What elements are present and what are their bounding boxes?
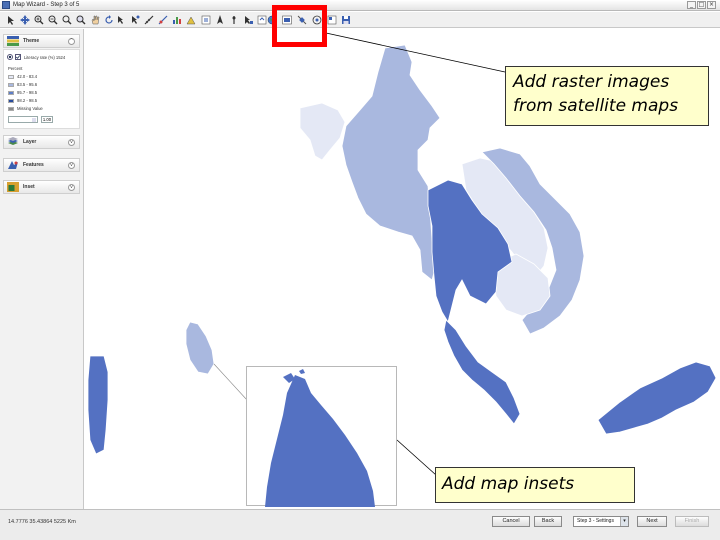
theme-icon (7, 36, 19, 46)
legend-item: 42.0 - 83.4 (8, 74, 37, 79)
theme-label: Theme (23, 38, 40, 44)
theme-field-name[interactable]: Literacy rate (%) 1524 (24, 55, 65, 60)
info-icon[interactable] (200, 14, 211, 25)
step-select-value: Step 3 - Settings (577, 518, 614, 524)
coordinate-readout: 14.7776 35.43864 5225 Km (8, 519, 76, 525)
legend-item: Missing Value (8, 106, 43, 111)
query-icon[interactable] (157, 14, 168, 25)
map-inset-frame[interactable] (246, 366, 398, 507)
save-icon[interactable] (340, 14, 351, 25)
title-bar: Map Wizard - Step 3 of 5 _ □ × (0, 0, 720, 11)
hand-icon[interactable] (89, 14, 100, 25)
inset-panel-header[interactable]: Inset v (3, 180, 80, 194)
minimize-button[interactable]: _ (687, 1, 696, 9)
map-region-sri-lanka[interactable] (185, 321, 215, 375)
layout-icon[interactable] (326, 14, 337, 25)
layer-label: Layer (23, 139, 37, 145)
features-panel-header[interactable]: Features v (3, 158, 80, 172)
legend-label: 83.5 - 95.6 (17, 82, 38, 87)
back-button[interactable]: Back (534, 516, 562, 527)
legend-swatch[interactable] (8, 106, 14, 111)
legend-swatch[interactable] (8, 74, 14, 79)
theme-controls: 1.00 (8, 116, 53, 123)
legend-title: Percent (8, 66, 23, 71)
legend-item: 98.2 - 98.5 (8, 98, 37, 103)
legend-swatch[interactable] (8, 90, 14, 95)
inset-islet (299, 369, 305, 374)
theme-panel-body: Literacy rate (%) 1524 Percent 42.0 - 83… (3, 49, 80, 129)
map-region-northwest[interactable] (299, 102, 346, 161)
legend-swatch[interactable] (8, 98, 14, 103)
insets-callout: Add map insets (435, 467, 635, 503)
features-expand-toggle[interactable]: v (68, 161, 75, 169)
theme-field-row: Literacy rate (%) 1524 (7, 54, 65, 60)
legend-label: 98.2 - 98.5 (17, 98, 38, 103)
color-ramp-select[interactable] (8, 116, 38, 123)
inset-icon (7, 182, 19, 192)
map-region-maldives[interactable] (87, 355, 109, 455)
finish-button[interactable]: Finish (675, 516, 709, 527)
legend-label: 42.0 - 83.4 (17, 74, 38, 79)
map-region-borneo[interactable] (597, 361, 717, 435)
window-controls: _ □ × (687, 1, 716, 9)
cancel-button[interactable]: Cancel (492, 516, 530, 527)
refresh-icon[interactable] (103, 14, 114, 25)
opacity-input[interactable]: 1.00 (41, 116, 53, 123)
print-icon[interactable] (242, 14, 253, 25)
map-region-malay-peninsula[interactable] (443, 319, 521, 425)
theme-panel-header[interactable]: Theme ^ (3, 34, 80, 48)
step-select[interactable]: Step 3 - Settings ▾ (573, 516, 629, 527)
inset-map[interactable] (247, 367, 398, 507)
map-region-myanmar[interactable] (341, 44, 441, 281)
north-arrow-icon[interactable] (214, 14, 225, 25)
inset-label: Inset (23, 184, 35, 190)
chart-icon[interactable] (171, 14, 182, 25)
zoom-in-icon[interactable] (33, 14, 44, 25)
pan-icon[interactable] (19, 14, 30, 25)
legend-swatch[interactable] (8, 82, 14, 87)
window-title: Map Wizard - Step 3 of 5 (13, 2, 80, 8)
legend-label: Missing Value (17, 106, 43, 111)
buffer-icon[interactable] (185, 14, 196, 25)
scale-bar-icon[interactable] (228, 14, 239, 25)
inset-region-sri-lanka[interactable] (265, 375, 375, 507)
app-icon (2, 1, 10, 9)
close-button[interactable]: × (707, 1, 716, 9)
map-wizard-window: Map Wizard - Step 3 of 5 _ □ × Theme ^ L… (0, 0, 720, 540)
raster-callout-line (325, 32, 506, 73)
identify-icon[interactable] (115, 14, 126, 25)
sidebar: Theme ^ Literacy rate (%) 1524 Percent 4… (0, 29, 84, 509)
raster-callout: Add raster images from satellite maps (505, 66, 709, 126)
layer-icon (8, 137, 18, 145)
checkbox-icon[interactable] (15, 54, 21, 60)
layer-expand-toggle[interactable]: v (68, 138, 75, 146)
label-icon[interactable] (129, 14, 140, 25)
theme-collapse-toggle[interactable]: ^ (68, 37, 75, 45)
toolbar-highlight-box (272, 5, 327, 47)
zoom-box-icon[interactable] (61, 14, 72, 25)
measure-icon[interactable] (143, 14, 154, 25)
inset-connector-line (213, 363, 248, 401)
layer-panel-header[interactable]: Layer v (3, 135, 80, 149)
zoom-extent-icon[interactable] (75, 14, 86, 25)
insets-callout-line (396, 439, 437, 476)
features-icon (8, 161, 18, 169)
radio-icon[interactable] (7, 54, 13, 60)
status-bar: 14.7776 35.43864 5225 Km Cancel Back Ste… (0, 509, 720, 540)
map-toolbar (0, 12, 720, 28)
features-label: Features (23, 162, 44, 168)
zoom-out-icon[interactable] (47, 14, 58, 25)
legend-label: 95.7 - 98.5 (17, 90, 38, 95)
select-arrow-icon[interactable] (5, 14, 16, 25)
chevron-down-icon[interactable]: ▾ (620, 517, 628, 526)
legend-item: 95.7 - 98.5 (8, 90, 37, 95)
next-button[interactable]: Next (637, 516, 667, 527)
inset-expand-toggle[interactable]: v (68, 183, 75, 191)
maximize-button[interactable]: □ (697, 1, 706, 9)
legend-item: 83.5 - 95.6 (8, 82, 37, 87)
